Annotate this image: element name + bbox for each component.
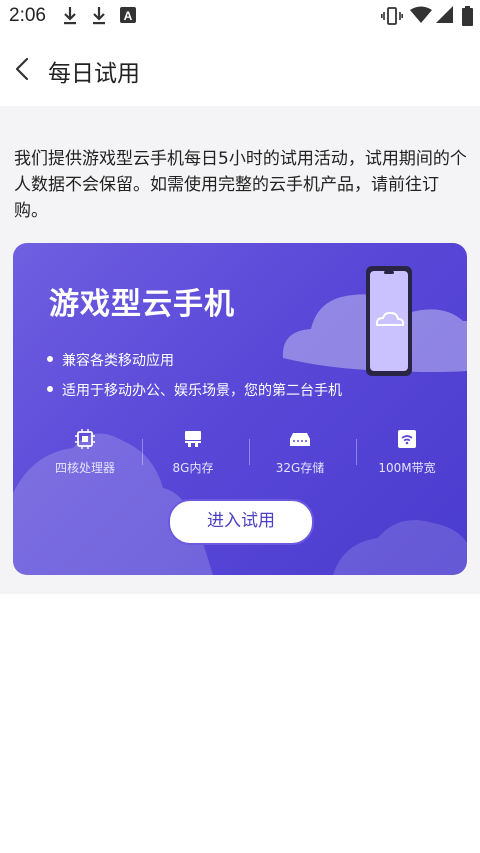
spec-bandwidth: 100M带宽 xyxy=(357,429,457,476)
spec-label: 四核处理器 xyxy=(54,461,115,475)
feature-label: 适用于移动办公、娱乐场景，您的第二台手机 xyxy=(62,383,342,399)
cpu-icon xyxy=(75,429,95,449)
bullet-dot xyxy=(47,356,53,362)
feature-label: 兼容各类移动应用 xyxy=(62,353,174,369)
spec-label: 100M带宽 xyxy=(378,461,436,475)
spec-label: 32G存储 xyxy=(275,461,325,475)
content-area: 我们提供游戏型云手机每日5小时的试用活动，试用期间的个人数据不会保留。如需使用完… xyxy=(0,106,480,594)
download-icon xyxy=(91,6,107,30)
font-icon: A xyxy=(120,6,136,28)
svg-text:A: A xyxy=(124,9,133,23)
wifi-icon xyxy=(410,6,432,28)
storage-icon xyxy=(290,433,310,446)
spec-storage: 32G存储 xyxy=(250,429,350,476)
status-bar: 2:06 A xyxy=(0,0,480,32)
battery-icon xyxy=(462,6,473,30)
feature-item: 兼容各类移动应用 xyxy=(47,350,174,370)
wifi-icon xyxy=(398,430,416,448)
card-title: 游戏型云手机 xyxy=(49,287,235,322)
trial-description: 我们提供游戏型云手机每日5小时的试用活动，试用期间的个人数据不会保留。如需使用完… xyxy=(14,149,467,221)
back-button[interactable] xyxy=(6,50,42,88)
feature-item: 适用于移动办公、娱乐场景，您的第二台手机 xyxy=(47,380,342,400)
download-icon xyxy=(62,6,78,30)
phone-illustration xyxy=(366,266,412,376)
spec-cpu: 四核处理器 xyxy=(35,429,135,476)
bullet-dot xyxy=(47,386,53,392)
enter-trial-button[interactable]: 进入试用 xyxy=(168,499,314,545)
memory-icon xyxy=(185,431,201,447)
status-time: 2:06 xyxy=(9,5,46,26)
spec-label: 8G内存 xyxy=(172,461,214,475)
signal-icon xyxy=(436,6,454,28)
app-bar: 每日试用 xyxy=(0,32,480,106)
spec-memory: 8G内存 xyxy=(143,429,243,476)
chevron-left-icon xyxy=(15,57,29,81)
vibrate-icon xyxy=(381,6,403,30)
cloud-phone-card: 游戏型云手机 兼容各类移动应用 适用于移动办公、娱乐场景，您的第二台手机 四核处… xyxy=(13,243,467,575)
page-title: 每日试用 xyxy=(48,61,140,87)
